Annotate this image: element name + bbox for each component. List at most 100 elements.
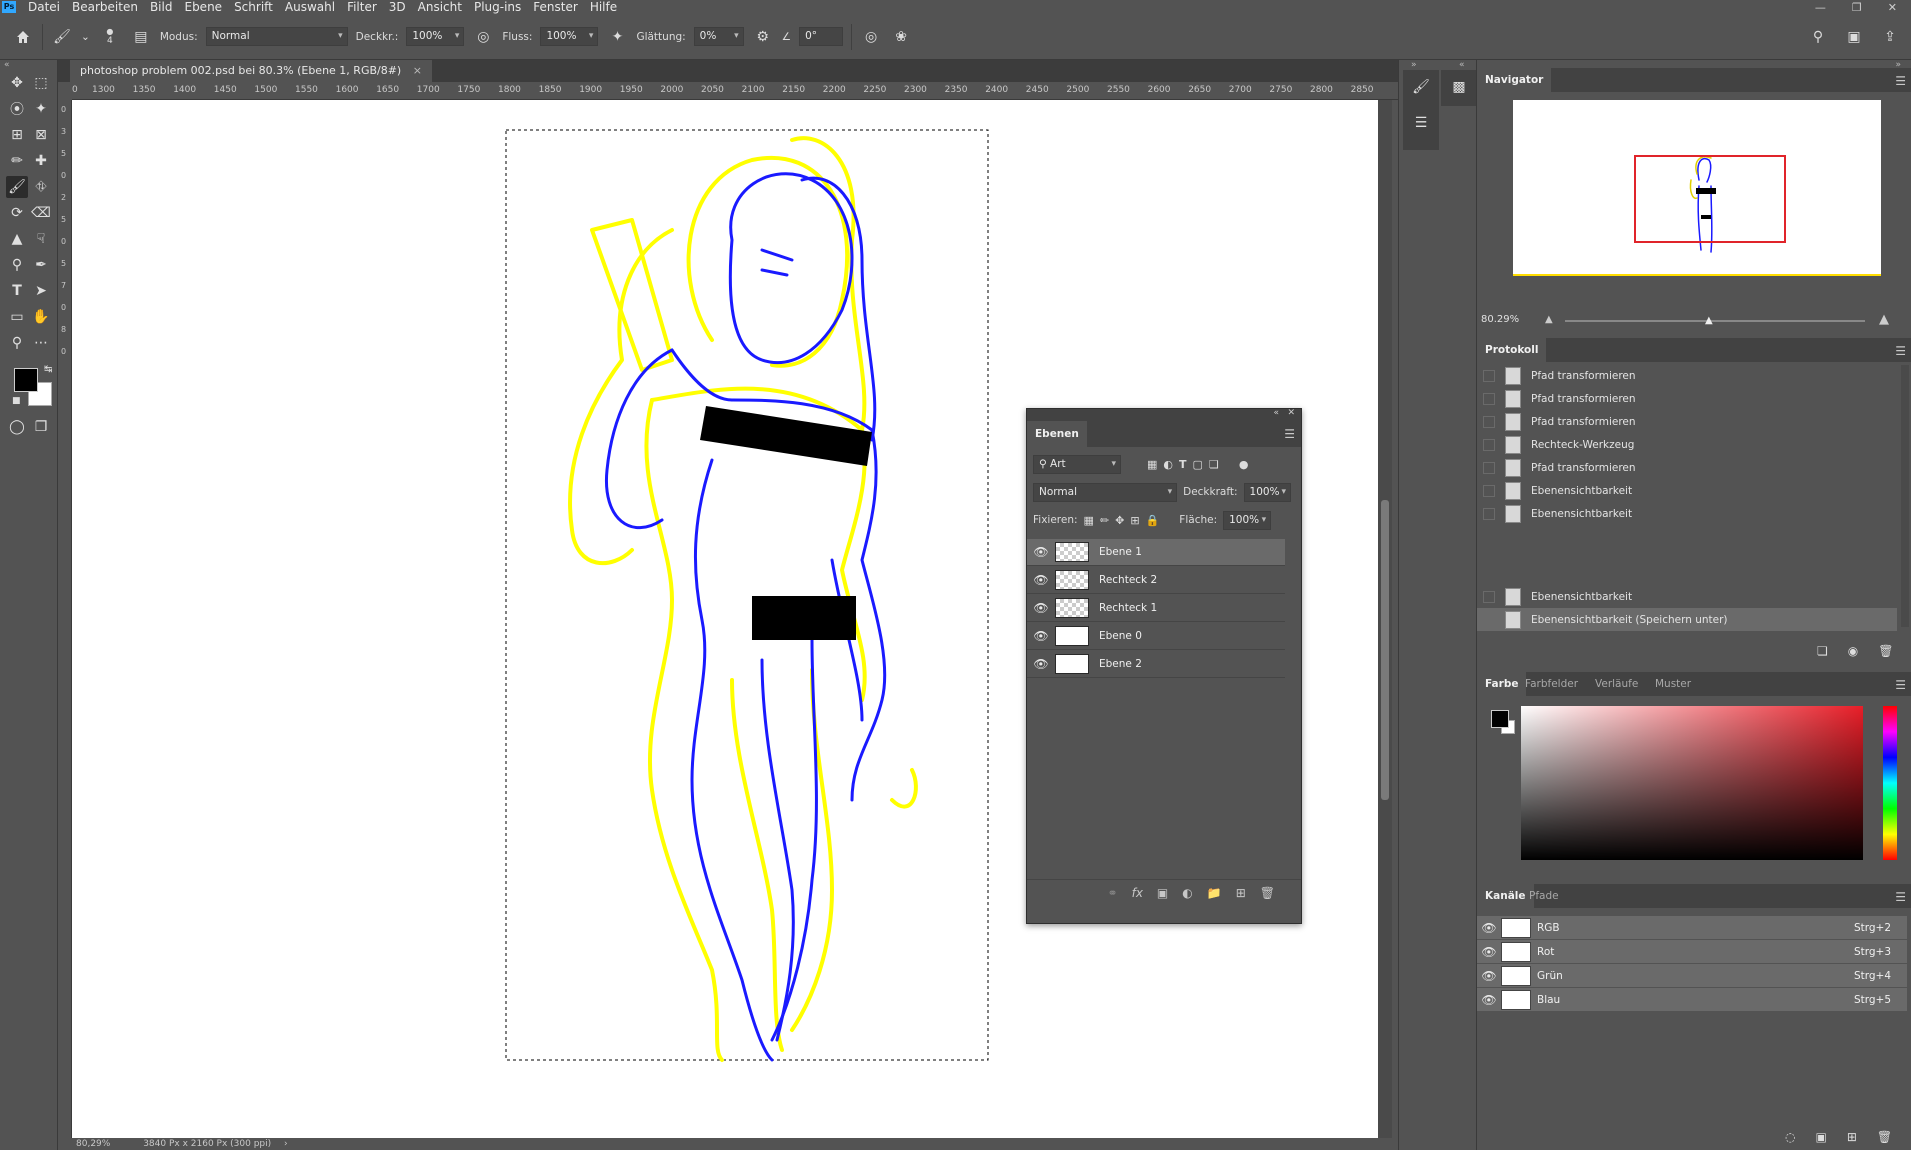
tab-farbfelder[interactable]: Farbfelder: [1517, 672, 1586, 696]
rectangle-tool-icon[interactable]: ▭: [6, 306, 28, 328]
menu-ebene[interactable]: Ebene: [178, 0, 228, 14]
pressure-opacity-icon[interactable]: ◎: [472, 26, 494, 48]
modus-dropdown[interactable]: Normal ▾: [205, 27, 348, 46]
zoom-in-mountain-icon[interactable]: ▲: [1879, 312, 1889, 327]
navigator-zoom-value[interactable]: 80.29%: [1481, 314, 1519, 325]
brush-preset-dropdown-icon[interactable]: ⌄: [81, 31, 90, 43]
hand-tool-icon[interactable]: ✋: [30, 306, 52, 328]
filter-adjustment-icon[interactable]: ◐: [1163, 458, 1173, 471]
menu-datei[interactable]: Datei: [22, 0, 66, 14]
tab-muster[interactable]: Muster: [1647, 672, 1699, 696]
panel-menu-icon[interactable]: ☰: [1895, 890, 1906, 904]
properties-panel-icon[interactable]: ☰: [1410, 112, 1432, 134]
status-expand-icon[interactable]: ›: [284, 1139, 288, 1149]
search-icon[interactable]: ⚲: [1807, 26, 1829, 48]
deckkraft-field[interactable]: 100% ▾: [406, 27, 465, 46]
swap-colors-icon[interactable]: ↹: [44, 364, 52, 375]
tab-verlaeufe[interactable]: Verläufe: [1587, 672, 1646, 696]
default-colors-icon[interactable]: ■: [12, 396, 21, 406]
lock-transparent-pixels-icon[interactable]: ▦: [1084, 514, 1094, 527]
new-group-folder-icon[interactable]: 📁: [1207, 886, 1222, 900]
history-brush-tool-icon[interactable]: ⟳: [6, 202, 28, 224]
navigator-zoom-slider-thumb[interactable]: ▲: [1705, 315, 1713, 326]
history-scrollbar[interactable]: [1901, 365, 1909, 627]
airbrush-icon[interactable]: ✦: [606, 26, 628, 48]
visibility-eye-icon[interactable]: 👁: [1027, 545, 1055, 559]
channel-row-rgb[interactable]: 👁 RGB Strg+2: [1477, 916, 1907, 940]
fx-icon[interactable]: fx: [1132, 886, 1143, 900]
zoom-out-mountain-icon[interactable]: ▲: [1545, 314, 1553, 325]
lock-image-pixels-icon[interactable]: ✏: [1100, 514, 1109, 527]
histogram-panel-icon[interactable]: ▩: [1448, 76, 1470, 98]
visibility-eye-icon[interactable]: 👁: [1027, 657, 1055, 671]
lock-artboard-icon[interactable]: ⊞: [1130, 514, 1139, 527]
panel-menu-icon[interactable]: ☰: [1284, 427, 1295, 441]
history-source-checkbox[interactable]: [1483, 484, 1495, 497]
filter-pixel-icon[interactable]: ▦: [1147, 458, 1157, 471]
blend-mode-dropdown[interactable]: Normal ▾: [1033, 482, 1178, 502]
history-item[interactable]: Ebenensichtbarkeit: [1477, 502, 1897, 525]
symmetry-butterfly-icon[interactable]: ❀: [890, 26, 912, 48]
history-item-current[interactable]: Ebenensichtbarkeit (Speichern unter): [1477, 608, 1897, 631]
link-layers-icon[interactable]: ⚭: [1108, 886, 1118, 900]
new-channel-icon[interactable]: ⊞: [1847, 1130, 1857, 1144]
layer-row-ebene-1[interactable]: 👁 Ebene 1: [1027, 539, 1285, 566]
history-source-checkbox[interactable]: [1483, 507, 1495, 520]
brush-tool-preset-icon[interactable]: 🖌: [51, 26, 73, 48]
trash-icon[interactable]: 🗑: [1260, 886, 1275, 900]
frame-tool-icon[interactable]: ⊠: [30, 124, 52, 146]
more-tools-icon[interactable]: ⋯: [30, 332, 52, 354]
menu-ansicht[interactable]: Ansicht: [412, 0, 468, 14]
panel-menu-icon[interactable]: ☰: [1895, 678, 1906, 692]
save-selection-icon[interactable]: ▣: [1815, 1130, 1826, 1144]
healing-brush-tool-icon[interactable]: ✚: [30, 150, 52, 172]
tab-protokoll[interactable]: Protokoll: [1477, 338, 1547, 362]
layer-row-ebene-0[interactable]: 👁 Ebene 0: [1027, 623, 1285, 650]
path-selection-tool-icon[interactable]: ➤: [30, 280, 52, 302]
vertical-scrollbar[interactable]: [1378, 100, 1392, 1140]
history-source-checkbox[interactable]: [1483, 415, 1495, 428]
close-window-icon[interactable]: ✕: [1888, 1, 1897, 14]
menu-fenster[interactable]: Fenster: [527, 0, 584, 14]
collapse-icon[interactable]: «: [1273, 408, 1279, 418]
channel-row-blau[interactable]: 👁 Blau Strg+5: [1477, 988, 1907, 1012]
hue-slider[interactable]: [1883, 706, 1897, 860]
history-item[interactable]: Pfad transformieren: [1477, 456, 1897, 479]
navigator-preview[interactable]: [1513, 100, 1881, 276]
filter-toggle-icon[interactable]: ●: [1239, 458, 1249, 471]
move-tool-icon[interactable]: ✥: [6, 72, 28, 94]
angle-field[interactable]: 0°: [799, 27, 844, 46]
visibility-eye-icon[interactable]: 👁: [1027, 573, 1055, 587]
collapse-panels-icon[interactable]: «: [1459, 60, 1465, 70]
type-tool-icon[interactable]: T: [6, 280, 28, 302]
filter-shape-icon[interactable]: ▢: [1193, 458, 1203, 471]
layers-panel-titlebar[interactable]: « ✕: [1027, 408, 1301, 421]
history-source-checkbox[interactable]: [1483, 590, 1495, 603]
trash-icon[interactable]: 🗑: [1877, 1130, 1892, 1144]
share-icon[interactable]: ⇪: [1879, 26, 1901, 48]
fill-field[interactable]: 100% ▾: [1223, 510, 1272, 530]
filter-type-icon[interactable]: T: [1179, 458, 1187, 471]
channel-row-rot[interactable]: 👁 Rot Strg+3: [1477, 940, 1907, 964]
close-icon[interactable]: ✕: [1287, 408, 1295, 418]
scrollbar-thumb[interactable]: [1381, 500, 1389, 800]
menu-3d[interactable]: 3D: [383, 0, 412, 14]
menu-auswahl[interactable]: Auswahl: [279, 0, 341, 14]
zoom-tool-icon[interactable]: ⚲: [6, 332, 28, 354]
visibility-eye-icon[interactable]: 👁: [1027, 601, 1055, 615]
collapse-toolbar-icon[interactable]: «: [4, 60, 10, 70]
menu-schrift[interactable]: Schrift: [228, 0, 279, 14]
history-item[interactable]: Rechteck-Werkzeug: [1477, 433, 1897, 456]
glaettung-field[interactable]: 0% ▾: [693, 27, 744, 46]
menu-plugins[interactable]: Plug-ins: [468, 0, 527, 14]
menu-bearbeiten[interactable]: Bearbeiten: [66, 0, 144, 14]
smoothing-settings-gear-icon[interactable]: ⚙: [752, 26, 774, 48]
paint-bucket-tool-icon[interactable]: ▲: [6, 228, 28, 250]
layer-row-rechteck-2[interactable]: 👁 Rechteck 2: [1027, 567, 1285, 594]
brush-tool-icon[interactable]: 🖌: [6, 176, 28, 198]
visibility-eye-icon[interactable]: 👁: [1027, 629, 1055, 643]
history-item[interactable]: Ebenensichtbarkeit: [1477, 585, 1897, 608]
close-tab-icon[interactable]: ×: [413, 64, 422, 77]
crop-tool-icon[interactable]: ⊞: [6, 124, 28, 146]
dodge-tool-icon[interactable]: ⚲: [6, 254, 28, 276]
